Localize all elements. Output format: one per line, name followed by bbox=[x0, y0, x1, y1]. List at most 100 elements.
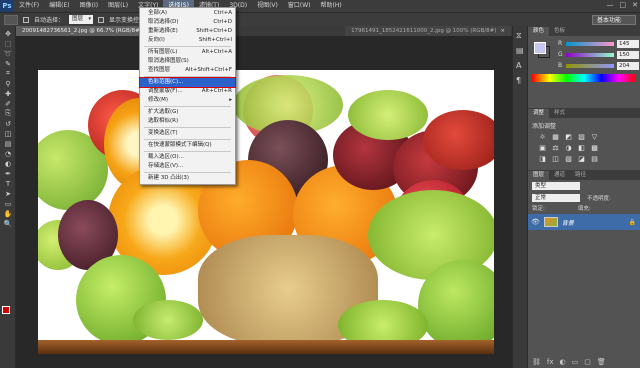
layer-name[interactable]: 背景 bbox=[562, 218, 574, 227]
select-menu-item[interactable]: 修改(M) ▸ bbox=[140, 96, 235, 105]
layer-action-icon[interactable]: 🗑 bbox=[597, 358, 606, 366]
slider-track-b[interactable] bbox=[566, 63, 614, 68]
character-icon[interactable]: A bbox=[516, 61, 526, 71]
auto-select-checkbox[interactable] bbox=[23, 16, 29, 23]
adjustment-icon[interactable]: ▧ bbox=[564, 155, 573, 163]
history-icon[interactable]: ⧖ bbox=[516, 31, 526, 41]
slider-track-r[interactable] bbox=[566, 41, 614, 46]
layer-action-icon[interactable]: ◐ bbox=[560, 358, 566, 366]
select-menu-item[interactable]: 调整蒙版(F)... Alt+Ctrl+R bbox=[140, 87, 235, 96]
adjustment-icon[interactable]: ◪ bbox=[577, 155, 586, 163]
stamp-icon[interactable]: ⎘ bbox=[2, 109, 14, 118]
select-menu-item[interactable]: 存储选区(V)... bbox=[140, 162, 235, 171]
healing-icon[interactable]: ✚ bbox=[2, 89, 14, 98]
tab-document-2[interactable]: 17961491_1852421611000_2.jpg @ 100% (RGB… bbox=[345, 26, 511, 36]
close-button[interactable]: ✕ bbox=[632, 1, 638, 9]
path-select-icon[interactable]: ➤ bbox=[2, 189, 14, 198]
tab-swatches[interactable]: 色板 bbox=[549, 27, 570, 36]
adjustment-icon[interactable]: ▨ bbox=[577, 133, 586, 141]
select-menu-item[interactable]: 选取相似(R) bbox=[140, 117, 235, 126]
select-menu-item[interactable]: 取消选择图层(S) bbox=[140, 57, 235, 66]
show-transform-checkbox[interactable] bbox=[98, 16, 105, 23]
adjustment-icon[interactable]: ◫ bbox=[551, 155, 560, 163]
brush-icon[interactable]: ✐ bbox=[2, 99, 14, 108]
select-menu-item[interactable]: 在快速蒙版模式下编辑(Q) bbox=[140, 141, 235, 150]
eraser-icon[interactable]: ◫ bbox=[2, 129, 14, 138]
paragraph-icon[interactable]: ¶ bbox=[516, 76, 526, 86]
minimize-button[interactable]: — bbox=[607, 1, 614, 9]
tab-paths[interactable]: 路径 bbox=[570, 171, 591, 180]
menu-item[interactable]: 窗口(W) bbox=[283, 0, 316, 12]
select-menu-item[interactable]: 色彩范围(C)... bbox=[139, 77, 236, 88]
lasso-icon[interactable]: ➰ bbox=[2, 49, 14, 58]
menu-item[interactable]: 文件(F) bbox=[14, 0, 44, 12]
fg-bg-colors[interactable] bbox=[2, 306, 14, 318]
slider-r[interactable]: R 145 bbox=[558, 39, 640, 48]
slider-track-g[interactable] bbox=[566, 52, 614, 57]
shape-icon[interactable]: ▭ bbox=[2, 199, 14, 208]
color-ramp[interactable] bbox=[532, 74, 636, 82]
adjustment-icon[interactable]: ▣ bbox=[538, 144, 547, 152]
adjustment-icon[interactable]: ▤ bbox=[590, 155, 599, 163]
move-tool-preset-icon[interactable] bbox=[4, 14, 18, 25]
select-menu-item[interactable]: 全部(A) Ctrl+A bbox=[140, 9, 235, 18]
select-menu-item[interactable]: 查找图层 Alt+Shift+Ctrl+F bbox=[140, 66, 235, 75]
adjustment-icon[interactable]: ⚖ bbox=[551, 144, 560, 152]
slider-value-b[interactable]: 204 bbox=[617, 61, 639, 70]
select-menu-item[interactable]: 反向(I) Shift+Ctrl+I bbox=[140, 36, 235, 45]
layer-action-icon[interactable]: ▢ bbox=[584, 358, 591, 366]
layer-action-icon[interactable]: ⛓ bbox=[532, 358, 541, 366]
layer-action-icon[interactable]: ▭ bbox=[572, 358, 579, 366]
tab-styles[interactable]: 样式 bbox=[549, 109, 570, 118]
move-icon[interactable]: ✥ bbox=[2, 29, 14, 38]
eyedropper-icon[interactable]: ⚲ bbox=[2, 79, 14, 88]
adjustment-icon[interactable]: ☼ bbox=[538, 133, 547, 141]
gradient-icon[interactable]: ▤ bbox=[2, 139, 14, 148]
document-canvas[interactable] bbox=[38, 70, 494, 354]
marquee-icon[interactable]: ⬚ bbox=[2, 39, 14, 48]
tab-channels[interactable]: 通道 bbox=[549, 171, 570, 180]
foreground-color-swatch[interactable] bbox=[2, 306, 10, 314]
adjustment-icon[interactable]: ▩ bbox=[590, 144, 599, 152]
menu-item[interactable]: 图像(I) bbox=[75, 0, 103, 12]
select-menu-item[interactable]: 所有图层(L) Alt+Ctrl+A bbox=[140, 48, 235, 57]
tab-adjustments[interactable]: 调整 bbox=[528, 109, 550, 118]
menu-item[interactable]: 编辑(E) bbox=[44, 0, 74, 12]
workspace-switcher[interactable]: 基本功能 bbox=[591, 15, 636, 25]
dodge-icon[interactable]: ◐ bbox=[2, 159, 14, 168]
canvas-area[interactable] bbox=[16, 36, 512, 368]
crop-icon[interactable]: ⌗ bbox=[2, 69, 14, 78]
hand-icon[interactable]: ✋ bbox=[2, 209, 14, 218]
tab-color[interactable]: 颜色 bbox=[528, 27, 550, 36]
tab-layers[interactable]: 图层 bbox=[528, 171, 550, 180]
slider-b[interactable]: B 204 bbox=[558, 61, 640, 70]
slider-value-g[interactable]: 150 bbox=[617, 50, 639, 59]
select-menu-item[interactable]: 新建 3D 凸出(3) bbox=[140, 174, 235, 183]
maximize-button[interactable]: □ bbox=[620, 1, 627, 9]
layer-kind-filter[interactable]: 类型 bbox=[532, 182, 580, 190]
menu-item[interactable]: 图层(L) bbox=[103, 0, 133, 12]
adjustment-icon[interactable]: ◧ bbox=[577, 144, 586, 152]
adjustment-icon[interactable]: ▽ bbox=[590, 133, 599, 141]
panel-foreground-swatch[interactable] bbox=[534, 42, 546, 54]
select-menu-item[interactable]: 载入选区(O)... bbox=[140, 153, 235, 162]
slider-value-r[interactable]: 145 bbox=[617, 39, 639, 48]
select-menu-item[interactable]: 重新选择(E) Shift+Ctrl+D bbox=[140, 27, 235, 36]
menu-item[interactable]: 帮助(H) bbox=[316, 0, 347, 12]
layer-action-icon[interactable]: fx bbox=[547, 358, 554, 366]
adjustment-icon[interactable]: ▦ bbox=[551, 133, 560, 141]
eye-icon[interactable]: 👁 bbox=[531, 218, 540, 226]
layer-row-background[interactable]: 👁 背景 🔒 bbox=[528, 214, 640, 230]
properties-icon[interactable]: ▤ bbox=[516, 46, 526, 56]
close-tab-icon[interactable]: × bbox=[500, 28, 505, 34]
history-brush-icon[interactable]: ↺ bbox=[2, 119, 14, 128]
adjustment-icon[interactable]: ◨ bbox=[538, 155, 547, 163]
blend-mode-select[interactable]: 正常 bbox=[532, 194, 580, 202]
pen-icon[interactable]: ✒ bbox=[2, 169, 14, 178]
slider-g[interactable]: G 150 bbox=[558, 50, 640, 59]
select-menu-item[interactable]: 扩大选取(G) bbox=[140, 108, 235, 117]
select-menu-item[interactable]: 变换选区(T) bbox=[140, 129, 235, 138]
adjustment-icon[interactable]: ◩ bbox=[564, 133, 573, 141]
type-icon[interactable]: T bbox=[2, 179, 14, 188]
blur-icon[interactable]: ◔ bbox=[2, 149, 14, 158]
